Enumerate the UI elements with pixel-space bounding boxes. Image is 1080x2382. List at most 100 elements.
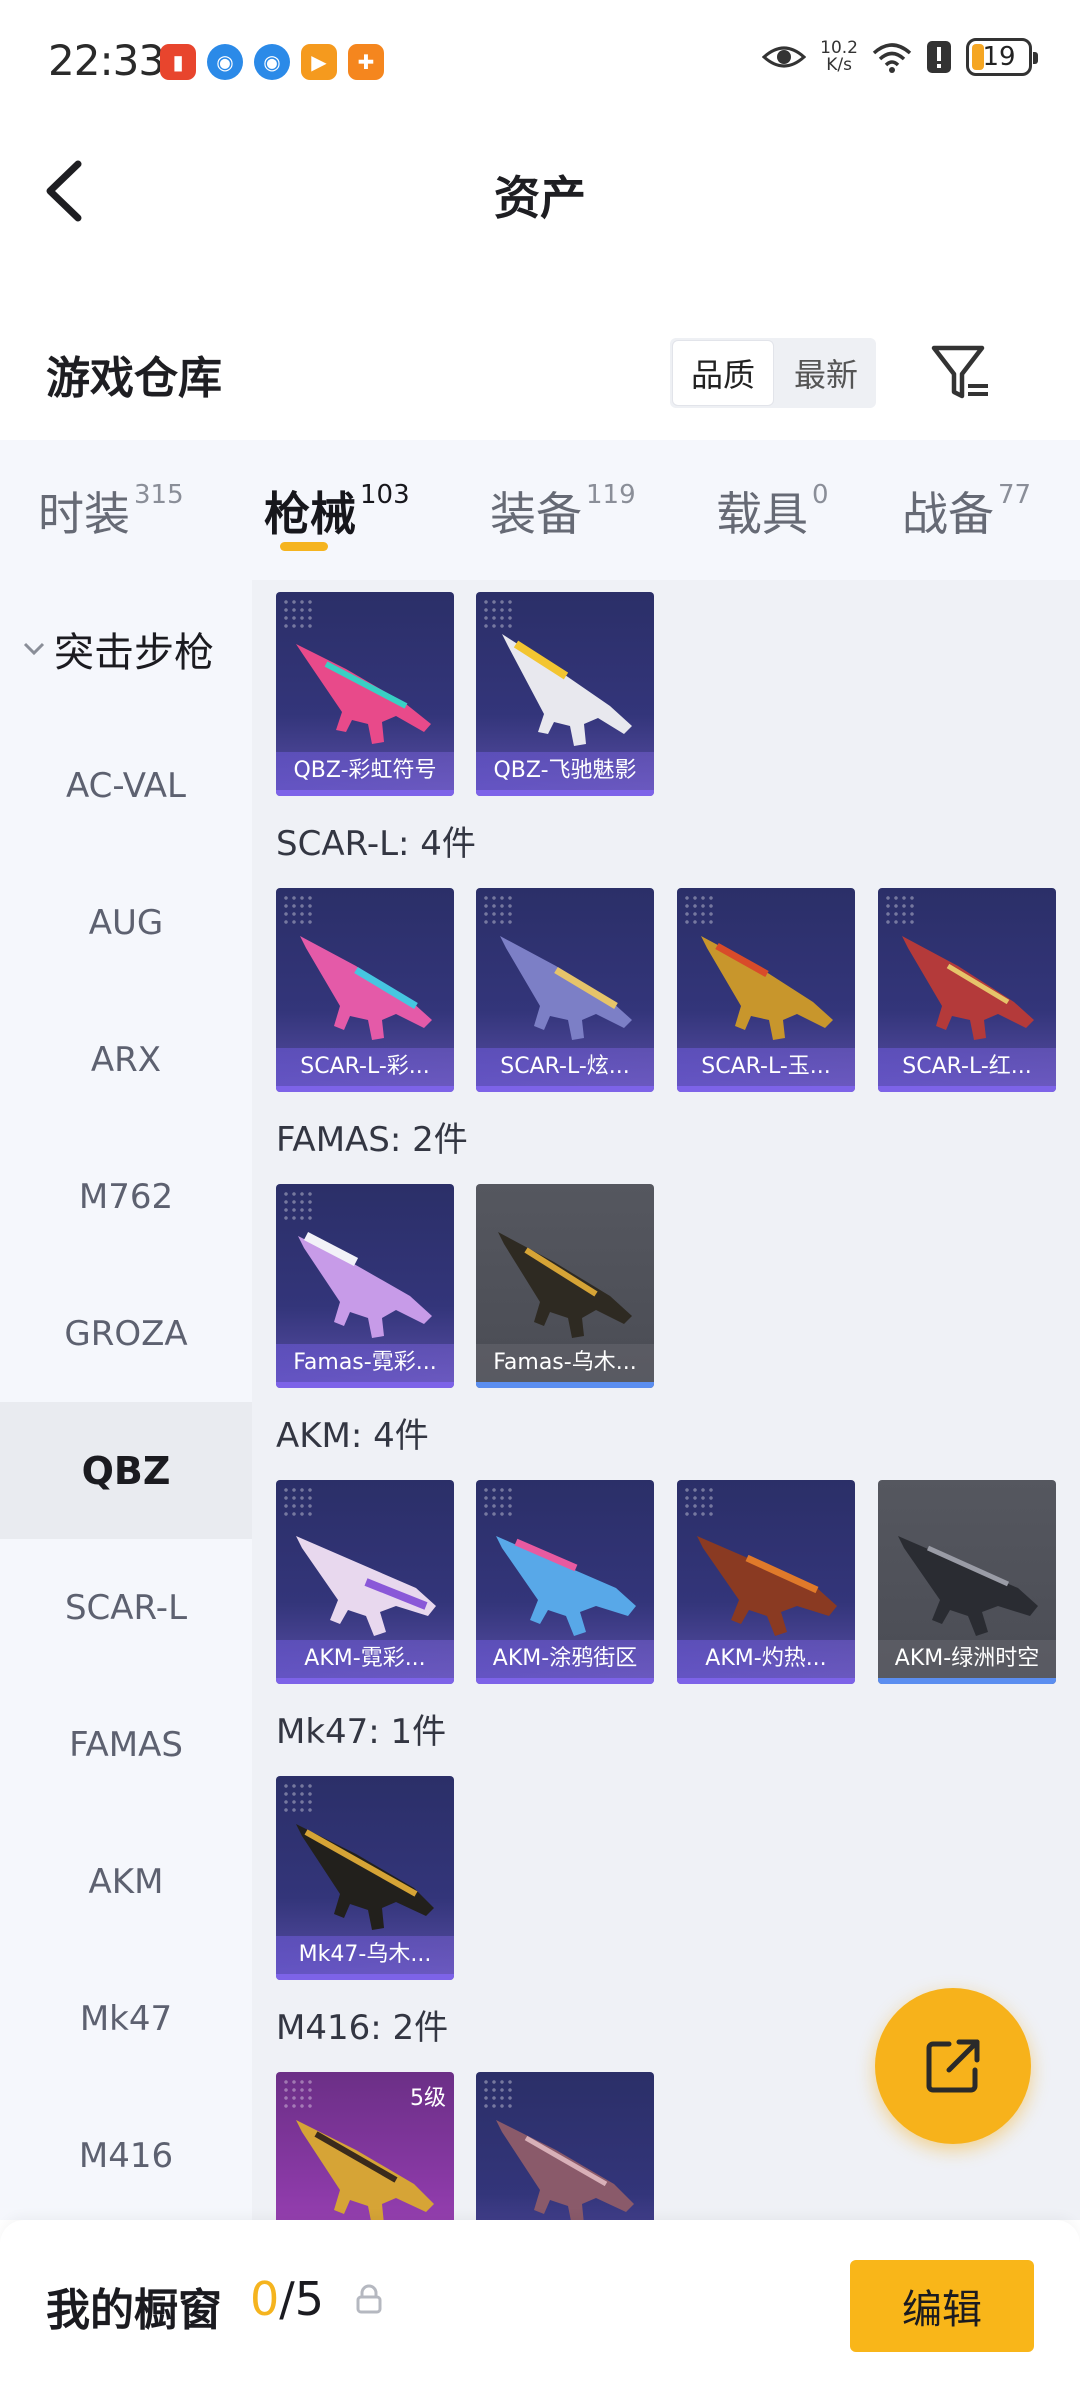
tab-label: 时装 — [38, 487, 130, 541]
sort-toggle: 品质 最新 — [670, 338, 876, 408]
sidebar-item-scar-l[interactable]: SCAR-L — [0, 1539, 252, 1676]
weapon-card-label: QBZ-飞驰魅影 — [476, 752, 654, 790]
rifle-icon — [898, 1536, 1038, 1636]
weapon-card-label: SCAR-L-玉... — [677, 1048, 855, 1086]
rifle-icon — [296, 644, 431, 744]
sidebar-item-famas[interactable]: FAMAS — [0, 1676, 252, 1813]
battery-level: 19 — [982, 42, 1016, 72]
weapon-card-label: AKM-涂鸦街区 — [476, 1640, 654, 1678]
battery-icon: 19 — [966, 38, 1038, 76]
browser-blue-icon: ◉ — [207, 44, 243, 80]
rifle-icon — [296, 2120, 434, 2220]
tab-weapons[interactable]: 枪械 103 — [230, 440, 456, 580]
rifle-icon — [697, 1536, 837, 1636]
rifle-icon — [498, 1232, 632, 1338]
tab-equipment[interactable]: 装备 119 — [456, 440, 680, 580]
weapon-card[interactable]: SCAR-L-红... — [878, 888, 1056, 1092]
weapon-card-label: Famas-乌木... — [476, 1344, 654, 1382]
group-label-famas: FAMAS: 2件 — [276, 1120, 468, 1160]
weapon-card[interactable]: QBZ-飞驰魅影 — [476, 592, 654, 796]
tab-fashion[interactable]: 时装 315 — [0, 440, 230, 580]
tab-vehicles[interactable]: 载具 0 — [680, 440, 874, 580]
chevron-down-icon — [23, 642, 45, 656]
tab-label: 战备 — [902, 487, 994, 541]
notification-red-icon: ▮ — [160, 44, 196, 80]
tab-count: 103 — [360, 480, 410, 510]
rifle-icon — [496, 1536, 636, 1636]
active-tab-indicator — [280, 542, 328, 551]
weapon-card[interactable]: AKM-绿洲时空 — [878, 1480, 1056, 1684]
showcase-total: /5 — [279, 2272, 325, 2326]
showcase-current: 0 — [250, 2272, 280, 2326]
weapon-card-label: AKM-绿洲时空 — [878, 1640, 1056, 1678]
rifle-icon — [701, 936, 833, 1040]
net-speed: 10.2 K/s — [820, 40, 858, 74]
page-title: 资产 — [494, 171, 586, 225]
group-label-m416: M416: 2件 — [276, 2008, 449, 2048]
sidebar-header-assault-rifles[interactable]: 突击步枪 — [22, 620, 214, 678]
sidebar-item-mk47[interactable]: Mk47 — [0, 1950, 252, 2087]
notification-icons: ▮ ◉ ◉ ▶ ✚ — [160, 44, 384, 80]
share-external-icon — [926, 2039, 980, 2093]
tab-label: 装备 — [490, 487, 582, 541]
weapon-card[interactable]: SCAR-L-彩... — [276, 888, 454, 1092]
weapon-card[interactable]: SCAR-L-玉... — [677, 888, 855, 1092]
eye-icon — [762, 46, 807, 68]
weapon-card-label: Mk47-乌木... — [276, 1936, 454, 1974]
alert-icon — [927, 41, 951, 73]
weapon-card[interactable]: AKM-灼热... — [677, 1480, 855, 1684]
sidebar-item-arx[interactable]: ARX — [0, 991, 252, 1128]
sidebar-item-m416[interactable]: M416 — [0, 2087, 252, 2224]
weapon-card[interactable]: Famas-乌木... — [476, 1184, 654, 1388]
group-label-akm: AKM: 4件 — [276, 1416, 429, 1456]
weapon-type-sidebar: 突击步枪 AC-VAL AUG ARX M762 GROZA QBZ SCAR-… — [0, 580, 252, 2220]
sidebar-item-aug[interactable]: AUG — [0, 854, 252, 991]
clock: 22:33 — [48, 36, 165, 85]
weapon-card[interactable]: SCAR-L-炫... — [476, 888, 654, 1092]
weapon-card[interactable]: Mk47-乌木... — [276, 1776, 454, 1980]
showcase-bar: 我的橱窗 0/5 编辑 — [0, 2220, 1080, 2382]
status-bar: 22:33 ▮ ◉ ◉ ▶ ✚ 10.2 K/s 19 — [0, 0, 1080, 126]
tab-label: 载具 — [716, 487, 808, 541]
sidebar-header-label: 突击步枪 — [54, 630, 214, 676]
weapon-card-label: SCAR-L-彩... — [276, 1048, 454, 1086]
sidebar-item-akm[interactable]: AKM — [0, 1813, 252, 1950]
weapon-card[interactable]: QBZ-彩虹符号 — [276, 592, 454, 796]
rifle-icon — [300, 936, 432, 1040]
weapon-card[interactable] — [476, 2072, 654, 2220]
group-label-mk47: Mk47: 1件 — [276, 1712, 447, 1752]
rifle-icon — [500, 936, 632, 1040]
tab-count: 0 — [812, 480, 829, 510]
weapon-card-label: Famas-霓彩... — [276, 1344, 454, 1382]
edit-button[interactable]: 编辑 — [850, 2260, 1034, 2352]
share-fab-button[interactable] — [875, 1988, 1031, 2144]
tab-count: 77 — [998, 480, 1032, 510]
weapon-card[interactable]: AKM-霓彩... — [276, 1480, 454, 1684]
tab-combat-supplies[interactable]: 战备 77 — [874, 440, 1060, 580]
rifle-icon — [296, 1536, 436, 1636]
weapon-card-label: QBZ-彩虹符号 — [276, 752, 454, 790]
sidebar-item-ac-val[interactable]: AC-VAL — [0, 717, 252, 854]
rifle-icon — [496, 2120, 634, 2220]
sidebar-item-m762[interactable]: M762 — [0, 1128, 252, 1265]
video-orange-icon: ▶ — [301, 44, 337, 80]
sort-newest-button[interactable]: 最新 — [776, 338, 876, 408]
showcase-count: 0/5 — [250, 2272, 324, 2326]
warehouse-title: 游戏仓库 — [46, 353, 222, 404]
net-speed-unit: K/s — [826, 55, 852, 75]
sort-quality-button[interactable]: 品质 — [672, 340, 774, 406]
weapon-card-label: AKM-灼热... — [677, 1640, 855, 1678]
rifle-icon — [296, 1824, 434, 1930]
sidebar-item-groza[interactable]: GROZA — [0, 1265, 252, 1402]
wifi-icon — [872, 43, 912, 73]
weapon-card-label: AKM-霓彩... — [276, 1640, 454, 1678]
weapon-card[interactable]: Famas-霓彩... — [276, 1184, 454, 1388]
rifle-icon — [298, 1232, 432, 1338]
filter-icon[interactable] — [928, 340, 994, 406]
weapon-card[interactable]: AKM-涂鸦街区 — [476, 1480, 654, 1684]
sidebar-item-qbz[interactable]: QBZ — [0, 1402, 252, 1539]
tab-count: 315 — [134, 480, 184, 510]
weapon-card[interactable]: 5级 — [276, 2072, 454, 2220]
game-orange-icon: ✚ — [348, 44, 384, 80]
weapon-card-label: SCAR-L-炫... — [476, 1048, 654, 1086]
